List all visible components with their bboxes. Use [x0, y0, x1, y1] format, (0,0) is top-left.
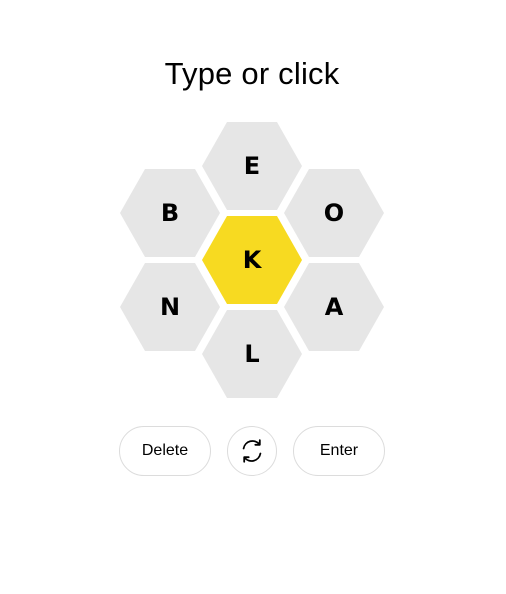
hex-letter: O	[323, 199, 345, 227]
shuffle-icon	[242, 439, 262, 463]
hex-cell-center[interactable]: K	[202, 216, 302, 304]
hex-letter: A	[324, 293, 344, 321]
hex-letter-center: K	[242, 246, 262, 274]
prompt-text: Type or click	[164, 56, 340, 91]
hex-letter: B	[160, 199, 180, 227]
hex-cell-lower-left[interactable]: N	[120, 263, 220, 351]
hex-cell-top[interactable]: E	[202, 122, 302, 210]
shuffle-button[interactable]	[227, 426, 277, 476]
hex-cell-lower-right[interactable]: A	[284, 263, 384, 351]
enter-button[interactable]: Enter	[293, 426, 385, 476]
hex-letter: L	[244, 340, 260, 368]
hex-cell-upper-left[interactable]: B	[120, 169, 220, 257]
hex-cell-upper-right[interactable]: O	[284, 169, 384, 257]
hex-cell-bottom[interactable]: L	[202, 310, 302, 398]
hex-letter: N	[159, 293, 181, 321]
hex-letter: E	[243, 152, 261, 180]
delete-button[interactable]: Delete	[119, 426, 211, 476]
